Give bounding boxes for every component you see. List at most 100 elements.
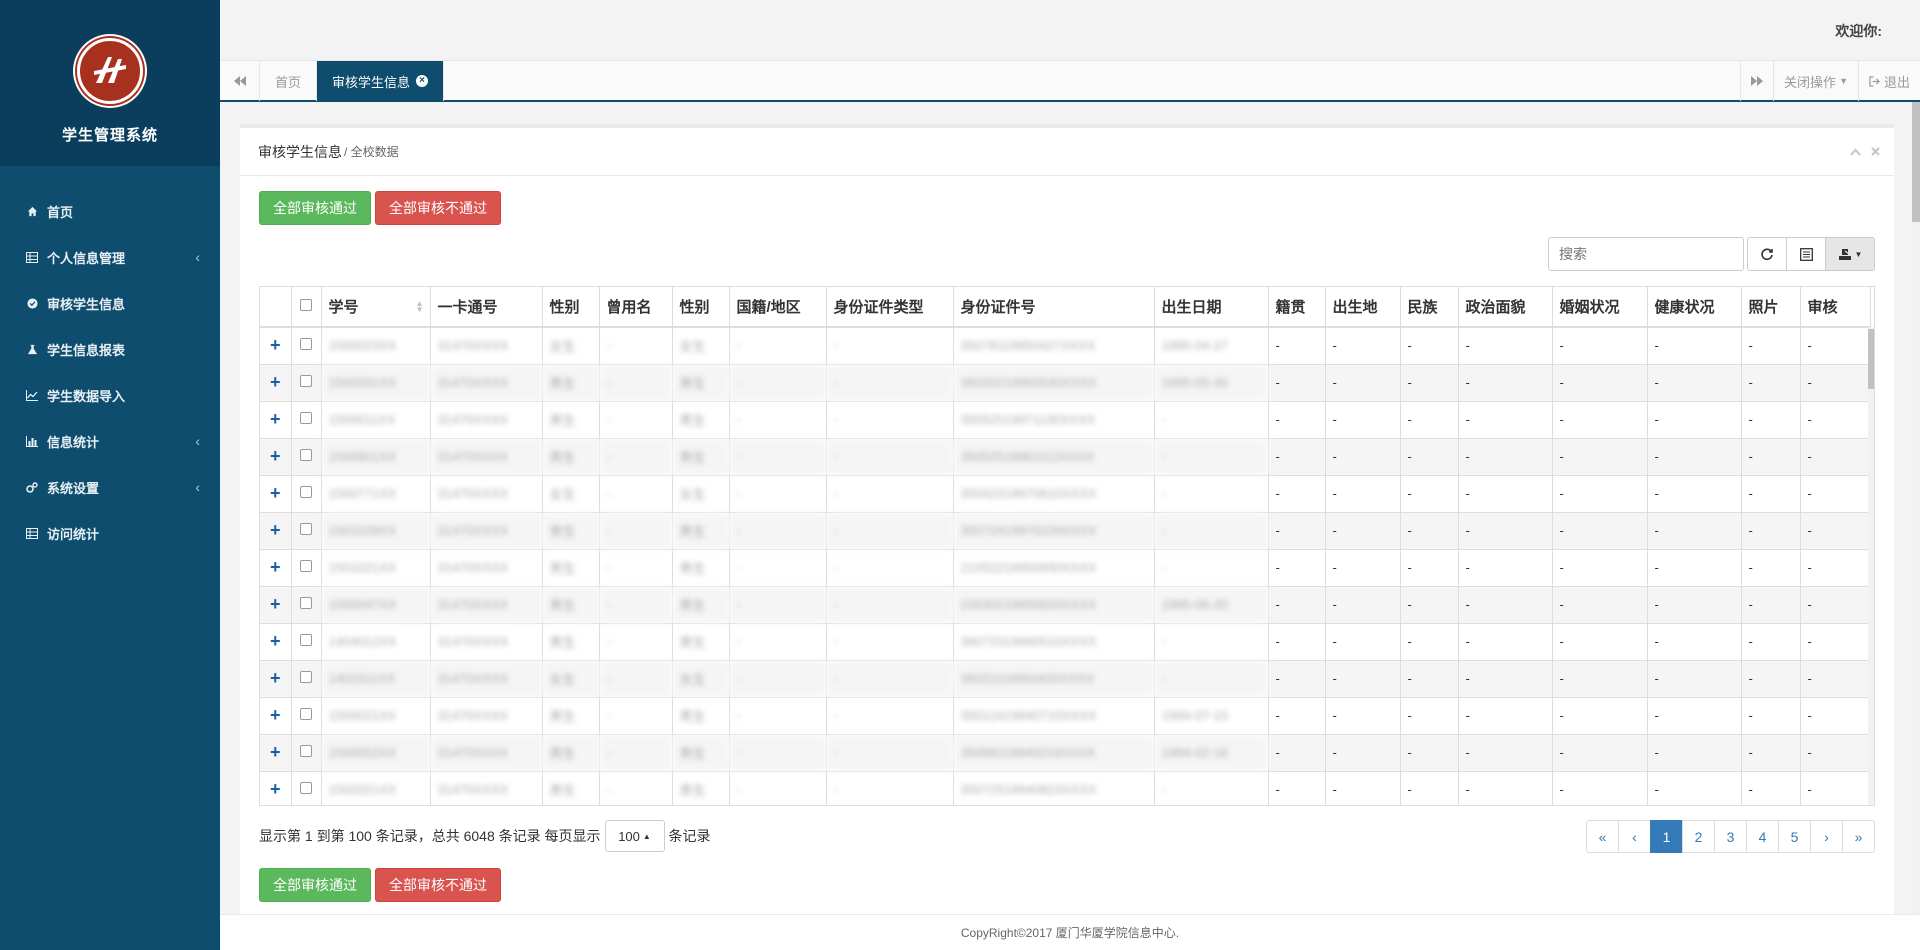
expand-row-icon[interactable]: + (260, 585, 292, 623)
table-row[interactable]: +1500047XX 31470XXXX 男生 - 男生 - -23030219950620… (260, 585, 1871, 623)
bottom-action-buttons: 全部审核通过 全部审核不通过 (259, 868, 501, 902)
expand-row-icon[interactable]: + (260, 548, 292, 586)
row-checkbox[interactable] (300, 671, 312, 683)
expand-row-icon[interactable]: + (260, 659, 292, 697)
table-row[interactable]: +1500052XX 31470XXXX 男生 - 男生 - -35068119940216… (260, 733, 1871, 771)
table-row[interactable]: +1501021XX 31470XXXX 男生 - 男生 - -21052219950930… (260, 548, 1871, 586)
table-row[interactable]: +1500261XX 31470XXXX 男生 - 男生 - -35020219950530… (260, 363, 1871, 401)
row-checkbox[interactable] (300, 597, 312, 609)
page-button[interactable]: 4 (1746, 820, 1779, 853)
row-checkbox[interactable] (300, 560, 312, 572)
page-button[interactable]: 1 (1650, 820, 1683, 853)
table-cell: - (1741, 511, 1801, 549)
page-button[interactable]: 2 (1682, 820, 1715, 853)
page-button[interactable]: « (1586, 820, 1619, 853)
select-all-checkbox[interactable] (300, 299, 312, 311)
row-checkbox[interactable] (300, 375, 312, 387)
expand-row-icon[interactable]: + (260, 474, 292, 512)
expand-row-icon[interactable]: + (260, 437, 292, 475)
select-all-header (291, 287, 322, 328)
sidebar-item-student-report[interactable]: 学生信息报表 (0, 326, 220, 372)
table-row[interactable]: +1500011XX 31470XXXX 男生 - 男生 - -35052519971130… (260, 400, 1871, 438)
table-cell: - (1154, 437, 1269, 475)
sidebar-item-visit-stats[interactable]: 访问统计 (0, 510, 220, 556)
tab-review-students[interactable]: 审核学生信息 × (317, 61, 445, 101)
sidebar-item-statistics[interactable]: 信息统计 ‹ (0, 418, 220, 464)
row-checkbox[interactable] (300, 745, 312, 757)
sidebar-item-personal-info[interactable]: 个人信息管理 ‹ (0, 234, 220, 280)
tabs-scroll-right-button[interactable] (1740, 61, 1773, 101)
table-row[interactable]: +1500021XX 31470XXXX 男生 - 男生 - -35012419940715… (260, 696, 1871, 734)
sidebar-item-system-settings[interactable]: 系统设置 ‹ (0, 464, 220, 510)
approve-all-button[interactable]: 全部审核通过 (259, 191, 371, 225)
expand-row-icon[interactable]: + (260, 326, 292, 364)
pagination-info-text: 显示第 1 到第 100 条记录，总共 6048 条记录 每页显示 (259, 828, 601, 844)
page-button[interactable]: › (1810, 820, 1843, 853)
reject-all-button[interactable]: 全部审核不通过 (375, 191, 501, 225)
row-checkbox[interactable] (300, 338, 312, 351)
table-row[interactable]: +1500023XX 31470XXXX 女生 - 女生 - -35078119950427… (260, 326, 1871, 364)
collapse-icon[interactable] (1850, 144, 1861, 159)
table-cell: - (599, 770, 673, 805)
search-input[interactable] (1548, 237, 1744, 271)
row-checkbox[interactable] (300, 708, 312, 720)
table-cell: - (1647, 400, 1742, 438)
page-scrollbar[interactable] (1912, 102, 1920, 914)
logout-button[interactable]: 退出 (1857, 61, 1920, 101)
close-tab-icon[interactable]: × (416, 75, 429, 87)
table-row[interactable]: +1502021XX 31470XXXX 男生 - 男生 - -35072519940823… (260, 770, 1871, 805)
expand-row-icon[interactable]: + (260, 400, 292, 438)
expand-row-icon[interactable]: + (260, 622, 292, 660)
expand-row-icon[interactable]: + (260, 511, 292, 549)
pagination-info-suffix: 条记录 (668, 828, 711, 844)
page-scrollbar-thumb[interactable] (1912, 102, 1920, 222)
table-row[interactable]: +1404012XX 31470XXXX 男生 - 男生 - -36072319960510… (260, 622, 1871, 660)
page-button[interactable]: 3 (1714, 820, 1747, 853)
welcome-text: 欢迎你: (1835, 23, 1882, 39)
column-header: 一卡通号 (430, 287, 543, 328)
column-header: 出生日期 (1154, 287, 1269, 328)
page-button[interactable]: ‹ (1618, 820, 1651, 853)
column-header[interactable]: 学号 ▲ ▼ (321, 287, 431, 328)
table-row[interactable]: +1500601XX 31470XXXX 男生 - 男生 - -35052519961112… (260, 437, 1871, 475)
footer: CopyRight©2017 厦门华厦学院信息中心. (220, 914, 1920, 950)
row-checkbox[interactable] (300, 486, 312, 498)
tabs-scroll-left-button[interactable] (220, 61, 260, 101)
close-panel-icon[interactable] (1871, 144, 1880, 159)
row-checkbox[interactable] (300, 412, 312, 424)
tab-home[interactable]: 首页 (260, 61, 318, 101)
sidebar-item-data-import[interactable]: 学生数据导入 (0, 372, 220, 418)
sidebar-item-home[interactable]: 首页 (0, 188, 220, 234)
page-button[interactable]: » (1842, 820, 1875, 853)
sidebar-item-review-students[interactable]: 审核学生信息 (0, 280, 220, 326)
table-cell: 男生 (672, 696, 730, 734)
expand-row-icon[interactable]: + (260, 696, 292, 734)
page-size-dropdown[interactable]: 100 ▲ (604, 820, 665, 852)
close-operations-dropdown[interactable]: 关闭操作 ▼ (1773, 61, 1858, 101)
expand-row-icon[interactable]: + (260, 733, 292, 771)
close-operations-label: 关闭操作 (1784, 74, 1837, 90)
row-checkbox[interactable] (300, 523, 312, 535)
row-checkbox[interactable] (300, 782, 312, 795)
table-cell: - (729, 622, 827, 660)
table-row[interactable]: +1500771XX 31470XXXX 女生 - 女生 - -35042319970810… (260, 474, 1871, 512)
export-dropdown-button[interactable]: ▼ (1825, 237, 1875, 271)
expand-row-icon[interactable]: + (260, 363, 292, 401)
expand-row-icon[interactable]: + (260, 770, 292, 805)
table-row[interactable]: +1402311XX 31470XXXX 女生 - 女生 - -35021119950420… (260, 659, 1871, 697)
page-button[interactable]: 5 (1778, 820, 1811, 853)
row-checkbox[interactable] (300, 449, 312, 461)
table-row[interactable]: +1501028XX 31470XXXX 男生 - 男生 - -35072419970229… (260, 511, 1871, 549)
row-checkbox[interactable] (300, 634, 312, 646)
sidebar-item-label: 审核学生信息 (47, 296, 126, 312)
reject-all-button[interactable]: 全部审核不通过 (375, 868, 501, 902)
table-cell: - (1400, 548, 1459, 586)
table-cell: - (1741, 585, 1801, 623)
toggle-view-button[interactable] (1786, 237, 1826, 271)
approve-all-button[interactable]: 全部审核通过 (259, 868, 371, 902)
table-cell: - (1552, 622, 1648, 660)
table-scrollbar-thumb[interactable] (1868, 329, 1874, 389)
table-cell: - (1458, 585, 1553, 623)
refresh-button[interactable] (1747, 237, 1787, 271)
table-scrollbar[interactable] (1868, 327, 1874, 805)
